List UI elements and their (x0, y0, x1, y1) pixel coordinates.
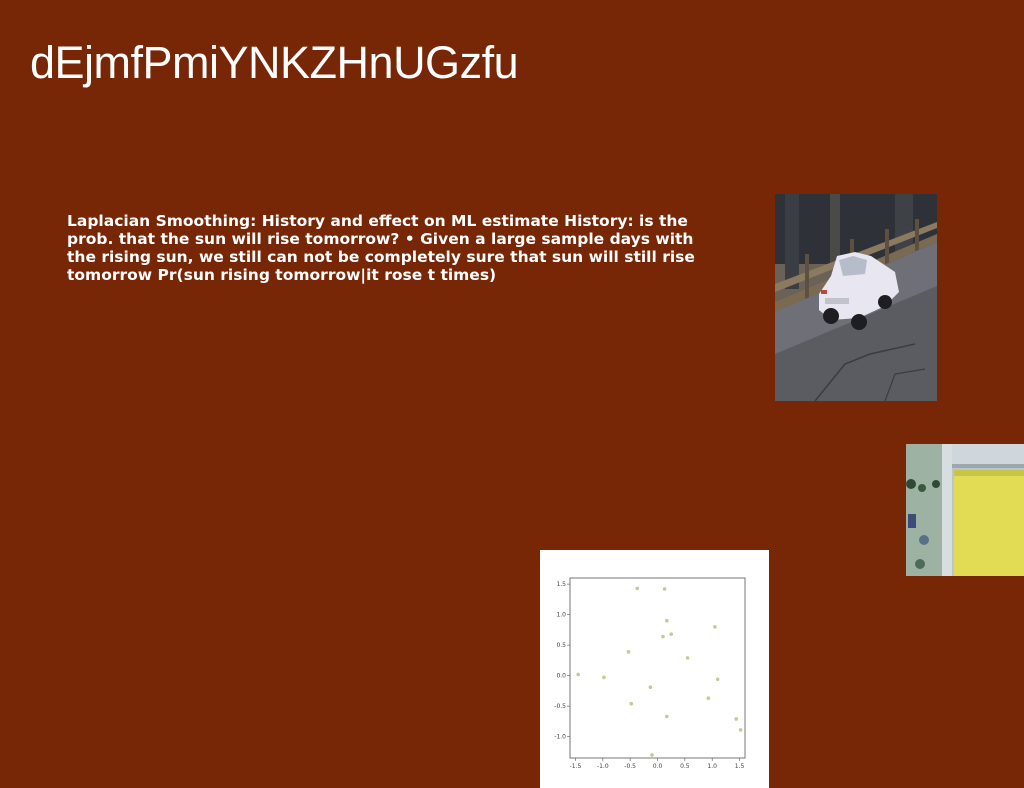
x-tick-label: -1.5 (570, 763, 582, 770)
scatter-point (664, 714, 669, 719)
car-photo (775, 194, 937, 401)
scatter-point (685, 656, 690, 660)
plot-frame (569, 577, 746, 759)
scatter-chart: -1.5 -1.0 -0.5 0.0 0.5 1.0 1.5 1.5 1.0 0.5 0.0 -0.… (540, 550, 769, 788)
scatter-point (734, 717, 739, 721)
y-tick-label: 0.0 (556, 673, 566, 680)
x-tick-label: 0.5 (680, 763, 690, 770)
scatter-point (648, 685, 653, 690)
scatter-point (635, 586, 640, 591)
scatter-point (738, 728, 743, 732)
slide-title: dEjmfPmiYNKZHnUGzfu (30, 37, 519, 88)
scatter-point (669, 632, 673, 636)
y-tick-label: -0.5 (554, 703, 566, 710)
scatter-point (602, 675, 606, 680)
y-tick-label: 0.5 (556, 642, 566, 649)
scatter-point (713, 625, 717, 629)
scatter-chart-svg: -1.5 -1.0 -0.5 0.0 0.5 1.0 1.5 1.5 1.0 0.5 0.0 -0.… (554, 577, 746, 770)
x-tick-label: -0.5 (624, 763, 636, 770)
scatter-point (576, 672, 581, 677)
scatter-point (650, 753, 654, 757)
slide-body-text: Laplacian Smoothing: History and effect … (67, 212, 695, 284)
street-photo (906, 444, 1024, 576)
scatter-point (662, 587, 667, 591)
car-photo-icon (775, 194, 937, 401)
x-tick-label: 1.5 (735, 763, 745, 770)
scatter-point (664, 618, 669, 623)
scatter-point (706, 696, 711, 701)
scatter-point (629, 701, 634, 706)
x-tick-label: 1.0 (707, 763, 717, 770)
scatter-point (661, 634, 665, 639)
x-tick-label: -1.0 (597, 763, 609, 770)
scatter-point (715, 677, 720, 682)
y-tick-label: -1.0 (554, 734, 566, 741)
y-tick-label: 1.0 (556, 612, 566, 619)
y-tick-label: 1.5 (556, 581, 566, 588)
scatter-point (626, 650, 631, 654)
street-photo-icon (906, 444, 1024, 576)
x-tick-label: 0.0 (653, 763, 663, 770)
